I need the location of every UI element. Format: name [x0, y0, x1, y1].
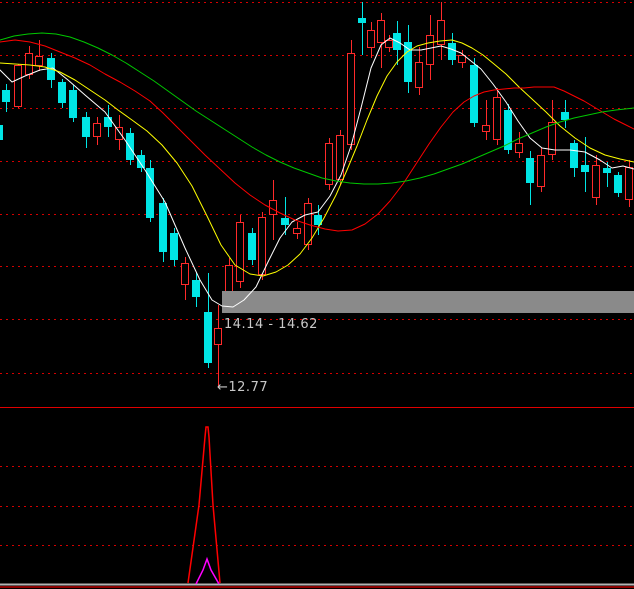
candle-up: [386, 41, 393, 48]
candle-down: [170, 233, 178, 260]
candle-down: [0, 125, 3, 140]
candle-down: [581, 165, 589, 172]
candle-down: [82, 117, 90, 137]
candle-down: [137, 155, 145, 168]
candle-up: [226, 266, 233, 295]
candle-down: [248, 233, 256, 260]
candle-up: [483, 126, 490, 132]
candle-down: [281, 218, 289, 225]
candle-up: [593, 166, 600, 198]
candle-up: [237, 223, 244, 282]
candle-up: [516, 144, 523, 153]
low-price-annotation: ←12.77: [217, 381, 268, 394]
candle-down: [358, 18, 366, 23]
candle-up: [94, 124, 101, 137]
chart-canvas[interactable]: [0, 0, 634, 589]
candle-down: [570, 143, 578, 168]
candle-down: [126, 133, 134, 160]
candle-up: [259, 218, 266, 275]
candle-up: [368, 31, 375, 48]
candle-up: [416, 63, 423, 88]
candle-down: [526, 158, 534, 183]
candle-down: [2, 90, 10, 102]
indicator-spike-red: [188, 427, 220, 583]
candle-up: [182, 264, 189, 285]
candle-up: [348, 54, 355, 145]
candle-up: [215, 329, 222, 345]
candle-down: [69, 90, 77, 118]
candle-up: [26, 54, 33, 75]
candle-down: [603, 168, 611, 173]
candle-down: [561, 112, 569, 120]
candle-down: [104, 117, 112, 127]
candle-up: [116, 128, 123, 140]
indicator-spike-magenta: [196, 559, 219, 584]
candle-up: [337, 136, 344, 180]
candle-down: [58, 82, 66, 103]
candle-up: [626, 168, 633, 200]
candle-up: [326, 144, 333, 185]
candle-down: [192, 280, 200, 297]
candle-down: [470, 65, 478, 123]
candle-up: [538, 156, 545, 187]
candle-up: [378, 21, 385, 43]
price-band: [222, 291, 634, 313]
candle-down: [448, 43, 456, 60]
candle-up: [459, 56, 466, 63]
stock-chart-window: 14.14 - 14.62 ←12.77: [0, 0, 634, 589]
candle-up: [294, 229, 301, 234]
price-range-annotation: 14.14 - 14.62: [224, 318, 318, 331]
candle-up: [36, 57, 43, 66]
candle-up: [494, 98, 501, 140]
candle-up: [15, 66, 22, 107]
candle-up: [427, 36, 434, 65]
candle-down: [159, 203, 167, 252]
candle-down: [204, 312, 212, 363]
candle-down: [146, 168, 154, 218]
candle-down: [614, 175, 622, 193]
